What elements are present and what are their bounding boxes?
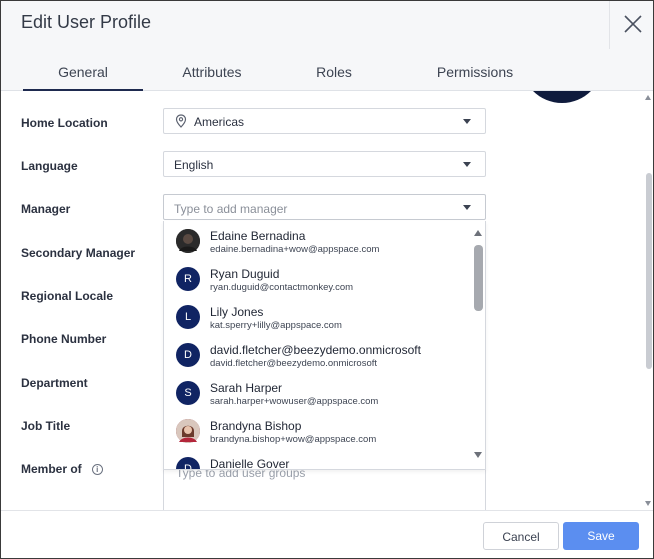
language-value: English: [174, 158, 214, 172]
tab-bar: General Attributes Roles Permissions: [1, 49, 653, 91]
profile-avatar[interactable]: [521, 91, 603, 103]
info-icon[interactable]: i: [91, 464, 103, 476]
list-item[interactable]: Brandyna Bishop brandyna.bishop+wow@apps…: [164, 413, 469, 451]
list-item[interactable]: D david.fletcher@beezydemo.onmicrosoft d…: [164, 337, 469, 375]
close-icon: [624, 15, 642, 33]
manager-option-email: edaine.bernadina+wow@appspace.com: [210, 244, 380, 255]
avatar: R: [176, 267, 200, 291]
scrollbar-thumb[interactable]: [646, 173, 652, 369]
manager-option-name: Edaine Bernadina: [210, 229, 306, 243]
dialog-header: Edit User Profile: [1, 1, 653, 49]
scroll-up-icon[interactable]: [474, 230, 482, 236]
phone-number-label: Phone Number: [21, 332, 107, 346]
member-of-text: Member of: [21, 462, 82, 476]
home-location-value: Americas: [194, 115, 245, 129]
tab-general[interactable]: General: [23, 49, 143, 91]
dropdown-scrollbar[interactable]: [469, 221, 485, 469]
avatar: [176, 229, 200, 253]
content-scrollbar[interactable]: [644, 91, 653, 510]
list-item[interactable]: L Lily Jones kat.sperry+lilly@appspace.c…: [164, 299, 469, 337]
manager-option-email: ryan.duguid@contactmonkey.com: [210, 282, 354, 293]
manager-option-name: Sarah Harper: [210, 381, 283, 395]
tab-roles[interactable]: Roles: [291, 49, 377, 91]
list-item[interactable]: D Danielle Gover: [164, 451, 469, 470]
dialog-footer: Cancel Save: [1, 510, 653, 558]
job-title-label: Job Title: [21, 419, 71, 433]
avatar: [176, 419, 200, 443]
home-location-label: Home Location: [21, 116, 108, 130]
close-button[interactable]: [609, 1, 653, 49]
manager-option-name: Ryan Duguid: [210, 267, 280, 281]
list-item[interactable]: S Sarah Harper sarah.harper+wowuser@apps…: [164, 375, 469, 413]
member-of-label: Member of i: [21, 462, 103, 476]
scrollbar-thumb[interactable]: [474, 245, 483, 311]
scroll-down-icon[interactable]: [474, 452, 482, 458]
home-location-select[interactable]: Americas: [163, 108, 486, 134]
general-tab-content: Home Location Americas Language English …: [1, 91, 653, 510]
avatar: L: [176, 305, 200, 329]
secondary-manager-label: Secondary Manager: [21, 246, 136, 260]
save-button[interactable]: Save: [563, 522, 639, 550]
chevron-down-icon: [463, 205, 471, 210]
scroll-up-icon[interactable]: [645, 95, 651, 100]
manager-option-name: Brandyna Bishop: [210, 419, 302, 433]
avatar: S: [176, 381, 200, 405]
chevron-down-icon: [463, 119, 471, 124]
avatar: D: [176, 343, 200, 367]
cancel-button[interactable]: Cancel: [483, 522, 559, 550]
scroll-down-icon[interactable]: [645, 501, 651, 506]
manager-option-name: david.fletcher@beezydemo.onmicrosoft: [210, 343, 421, 357]
chevron-down-icon: [463, 162, 471, 167]
language-label: Language: [21, 159, 78, 173]
edit-user-profile-dialog: Edit User Profile General Attributes Rol…: [0, 0, 654, 559]
manager-option-email: david.fletcher@beezydemo.onmicrosoft: [210, 358, 378, 369]
department-label: Department: [21, 376, 88, 390]
manager-option-name: Lily Jones: [210, 305, 264, 319]
manager-input[interactable]: Type to add manager: [163, 194, 486, 220]
manager-label: Manager: [21, 202, 71, 216]
location-pin-icon: [175, 114, 187, 131]
tab-permissions[interactable]: Permissions: [401, 49, 549, 91]
list-item[interactable]: Edaine Bernadina edaine.bernadina+wow@ap…: [164, 223, 469, 261]
dialog-title: Edit User Profile: [21, 12, 152, 32]
manager-option-name: Danielle Gover: [210, 457, 290, 470]
regional-locale-label: Regional Locale: [21, 289, 114, 303]
avatar: D: [176, 457, 200, 469]
manager-option-email: kat.sperry+lilly@appspace.com: [210, 320, 342, 331]
manager-option-email: sarah.harper+wowuser@appspace.com: [210, 396, 379, 407]
language-select[interactable]: English: [163, 151, 486, 177]
list-item[interactable]: R Ryan Duguid ryan.duguid@contactmonkey.…: [164, 261, 469, 299]
tab-attributes[interactable]: Attributes: [153, 49, 271, 91]
manager-placeholder: Type to add manager: [174, 202, 288, 216]
manager-option-email: brandyna.bishop+wow@appspace.com: [210, 434, 377, 445]
manager-dropdown-list[interactable]: Edaine Bernadina edaine.bernadina+wow@ap…: [163, 221, 486, 470]
